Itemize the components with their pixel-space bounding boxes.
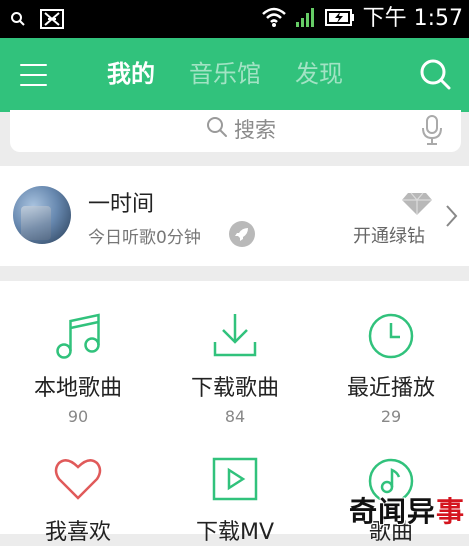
- rocket-icon[interactable]: [229, 221, 255, 247]
- grid-item-label: 最近播放: [346, 376, 435, 401]
- listen-time: 今日听歌0分钟: [88, 228, 201, 248]
- grid-item-my-favorites[interactable]: 我喜欢: [0, 431, 156, 545]
- signal-icon: [295, 6, 317, 32]
- heart-icon: [54, 457, 102, 505]
- search-icon: [10, 11, 26, 31]
- username: 一时间: [88, 192, 155, 217]
- grid-item-local-songs[interactable]: 本地歌曲 90: [0, 281, 156, 431]
- grid-item-downloaded-songs[interactable]: 下载歌曲 84: [157, 281, 313, 431]
- search-placeholder: 搜索: [234, 118, 276, 142]
- wifi-icon: [261, 6, 287, 32]
- tab-discover[interactable]: 发现: [295, 56, 343, 92]
- search-icon[interactable]: [419, 58, 451, 90]
- watermark: 奇闻异事: [349, 490, 465, 530]
- chevron-right-icon[interactable]: [444, 204, 458, 232]
- app-notification-icon: [40, 9, 64, 33]
- main-tabs: 我的 音乐馆 发现: [107, 56, 343, 92]
- watermark-text-red: 事: [435, 495, 465, 528]
- grid-item-label: 下载MV: [195, 520, 275, 545]
- status-time: 下午 1:57: [362, 6, 463, 31]
- profile-card[interactable]: 一时间 今日听歌0分钟 开通绿钻: [0, 166, 469, 266]
- grid-item-count: 90: [67, 407, 89, 426]
- grid-item-count: 29: [380, 407, 402, 426]
- tab-mine[interactable]: 我的: [107, 56, 155, 92]
- play-box-icon: [212, 457, 258, 505]
- clock-icon: [367, 312, 415, 364]
- status-bar: 下午 1:57: [0, 0, 469, 38]
- menu-icon[interactable]: [20, 64, 47, 86]
- diamond-icon: [401, 192, 433, 220]
- microphone-icon[interactable]: [421, 114, 443, 150]
- tab-music-hall[interactable]: 音乐馆: [189, 56, 261, 92]
- download-icon: [212, 312, 258, 364]
- music-note-icon: [55, 312, 101, 364]
- grid-item-recently-played[interactable]: 最近播放 29: [313, 281, 469, 431]
- app-header: 我的 音乐馆 发现: [0, 38, 469, 112]
- grid-item-label: 我喜欢: [44, 520, 111, 545]
- grid-item-count: 84: [224, 407, 246, 426]
- grid-item-label: 下载歌曲: [190, 376, 279, 401]
- avatar[interactable]: [13, 186, 71, 244]
- grid-item-label: 本地歌曲: [33, 376, 122, 401]
- search-icon: [206, 116, 228, 142]
- grid-item-downloaded-mv[interactable]: 下载MV: [157, 431, 313, 545]
- watermark-text: 奇闻异: [348, 495, 436, 528]
- search-input[interactable]: 搜索: [10, 110, 461, 152]
- search-area: 搜索: [0, 110, 469, 164]
- open-vip-link[interactable]: 开通绿钻: [353, 222, 425, 248]
- battery-charging-icon: [324, 7, 355, 31]
